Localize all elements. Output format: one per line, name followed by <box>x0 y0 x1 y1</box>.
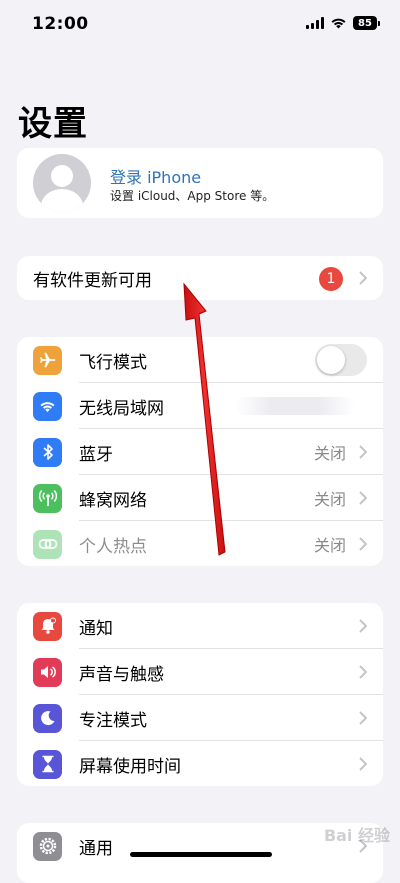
focus-label: 专注模式 <box>79 710 147 731</box>
status-icons: 85 <box>306 16 380 30</box>
home-indicator[interactable] <box>130 852 272 857</box>
battery-icon: 85 <box>353 16 377 30</box>
status-bar: 12:00 85 <box>0 0 400 50</box>
sign-in-title: 登录 iPhone <box>110 168 202 187</box>
speaker-icon <box>33 657 62 687</box>
notifications-group: 通知 声音与触感 专注模式 屏幕使用时间 <box>17 603 383 786</box>
chevron-right-icon <box>359 445 367 459</box>
airplane-mode-label: 飞行模式 <box>79 352 147 373</box>
personal-hotspot-status: 关闭 <box>313 536 346 555</box>
chevron-right-icon <box>359 271 367 285</box>
hourglass-icon <box>33 749 62 779</box>
screen-time-row[interactable]: 屏幕使用时间 <box>17 741 383 786</box>
battery-nub <box>378 20 380 26</box>
wifi-row[interactable]: 无线局域网 <box>17 383 383 429</box>
hotspot-icon <box>33 529 62 559</box>
cellular-status: 关闭 <box>313 490 346 509</box>
cellular-label: 蜂窝网络 <box>79 490 147 511</box>
update-badge: 1 <box>319 267 343 291</box>
wifi-network-name-blurred <box>235 397 355 415</box>
chevron-right-icon <box>359 665 367 679</box>
bluetooth-icon <box>33 437 62 467</box>
wifi-status-icon <box>330 17 347 29</box>
personal-hotspot-row[interactable]: 个人热点 关闭 <box>17 521 383 566</box>
gear-icon <box>33 831 62 861</box>
antenna-icon <box>33 483 62 513</box>
notifications-label: 通知 <box>79 618 113 639</box>
wifi-label: 无线局域网 <box>79 398 164 419</box>
general-label: 通用 <box>79 838 113 859</box>
page-title: 设置 <box>18 104 88 144</box>
avatar <box>33 154 91 212</box>
cellular-signal-icon <box>306 17 324 29</box>
wifi-icon <box>33 391 62 421</box>
software-update-row[interactable]: 有软件更新可用 1 <box>17 256 383 300</box>
connectivity-group: 飞行模式 无线局域网 蓝牙 关闭 蜂窝网络 关闭 个人热点 关闭 <box>17 337 383 566</box>
bluetooth-label: 蓝牙 <box>79 444 113 465</box>
watermark: Bai 经验 <box>323 826 390 845</box>
chevron-right-icon <box>359 711 367 725</box>
personal-hotspot-label: 个人热点 <box>79 536 147 557</box>
chevron-right-icon <box>359 619 367 633</box>
chevron-right-icon <box>359 537 367 551</box>
bluetooth-row[interactable]: 蓝牙 关闭 <box>17 429 383 475</box>
chevron-right-icon <box>359 491 367 505</box>
status-time: 12:00 <box>32 14 89 34</box>
bell-icon <box>33 611 62 641</box>
chevron-right-icon <box>359 757 367 771</box>
software-update-label: 有软件更新可用 <box>33 270 152 291</box>
airplane-mode-toggle[interactable] <box>315 344 367 376</box>
cellular-row[interactable]: 蜂窝网络 关闭 <box>17 475 383 521</box>
sounds-haptics-row[interactable]: 声音与触感 <box>17 649 383 695</box>
sounds-haptics-label: 声音与触感 <box>79 664 164 685</box>
bluetooth-status: 关闭 <box>313 444 346 463</box>
focus-row[interactable]: 专注模式 <box>17 695 383 741</box>
apple-id-card[interactable]: 登录 iPhone 设置 iCloud、App Store 等。 <box>17 148 383 218</box>
airplane-mode-row[interactable]: 飞行模式 <box>17 337 383 383</box>
notifications-row[interactable]: 通知 <box>17 603 383 649</box>
screen-time-label: 屏幕使用时间 <box>79 756 181 777</box>
sign-in-subtitle: 设置 iCloud、App Store 等。 <box>110 189 275 203</box>
moon-icon <box>33 703 62 733</box>
airplane-icon <box>33 345 62 375</box>
